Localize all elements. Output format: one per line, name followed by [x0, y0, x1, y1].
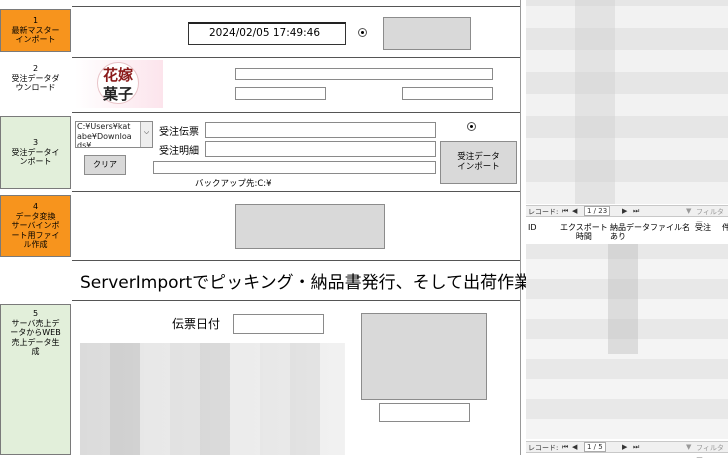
- column-header-count[interactable]: 件: [722, 223, 728, 232]
- record-label: レコード:: [528, 444, 559, 452]
- next-record-icon[interactable]: ▶: [622, 207, 627, 215]
- output-field[interactable]: [379, 403, 470, 422]
- first-record-icon[interactable]: ⏮: [562, 207, 568, 216]
- section-5-label: 5 サーバ売上デ ータからWEB 売上データ生 成: [0, 304, 71, 455]
- first-record-icon[interactable]: ⏮: [562, 443, 568, 452]
- order-import-button[interactable]: 受注データ インポート: [440, 141, 517, 184]
- right-pane-top-blurred-col: [575, 0, 615, 204]
- filter-icon[interactable]: ▼: [686, 443, 691, 451]
- filter-icon[interactable]: ▼: [686, 207, 691, 215]
- slip-date-field[interactable]: [233, 314, 324, 334]
- slip-date-label: 伝票日付: [172, 317, 221, 331]
- column-header-delivery[interactable]: 納品 あり: [610, 223, 626, 241]
- column-header-data-file[interactable]: データファイル名: [626, 223, 690, 232]
- record-label: レコード:: [528, 208, 559, 216]
- column-header-id[interactable]: ID: [528, 223, 537, 232]
- clear-button[interactable]: クリア: [84, 155, 126, 175]
- last-record-icon[interactable]: ⏭: [633, 207, 639, 216]
- brand-logo: 花嫁 菓子: [75, 60, 163, 108]
- datetime-text: 2024/02/05 17:49:46: [209, 27, 321, 39]
- record-position[interactable]: 1 / 5: [584, 442, 606, 452]
- backup-label: バックアップ先:C:¥: [195, 179, 272, 189]
- backup-path-field[interactable]: [153, 161, 436, 174]
- download-to-field[interactable]: [402, 87, 493, 100]
- order-slip-label: 受注伝票: [159, 127, 199, 138]
- section-2-label: 2 受注データダ ウンロード: [11, 64, 60, 92]
- bottom-record-navigator: レコード: ⏮ ◀ 1 / 5 ▶ ⏭ ▼ フィルター: [526, 441, 728, 462]
- order-detail-label: 受注明細: [159, 146, 199, 157]
- radio-icon[interactable]: [358, 28, 367, 37]
- download-path-field[interactable]: [235, 68, 493, 80]
- top-record-navigator: レコード: ⏮ ◀ 1 / 23 ▶ ⏭ ▼ フィルター: [526, 205, 728, 226]
- prev-record-icon[interactable]: ◀: [572, 443, 577, 451]
- folder-path-select[interactable]: C:¥Users¥kat abe¥Downloa ds¥ ⌵: [75, 121, 153, 148]
- right-pane-bottom-blurred-col: [608, 244, 638, 354]
- order-detail-field[interactable]: [205, 141, 436, 157]
- section-3-label: 3 受注データイ ンポート: [0, 116, 71, 189]
- prev-record-icon[interactable]: ◀: [572, 207, 577, 215]
- section-4-label: 4 データ変換 サーバインポ ート用ファイ ル作成: [0, 195, 71, 257]
- filter-label[interactable]: フィルター: [696, 443, 728, 463]
- generate-web-sales-button[interactable]: [361, 313, 487, 400]
- folder-path-text: C:¥Users¥kat abe¥Downloa ds¥: [77, 122, 132, 148]
- column-header-order[interactable]: 受注: [695, 223, 711, 232]
- convert-data-button[interactable]: [235, 204, 385, 249]
- master-import-button[interactable]: [383, 17, 471, 50]
- last-record-icon[interactable]: ⏭: [633, 443, 639, 452]
- chevron-down-icon[interactable]: ⌵: [140, 122, 152, 147]
- record-position[interactable]: 1 / 23: [584, 206, 611, 216]
- download-from-field[interactable]: [235, 87, 326, 100]
- blurred-content: [80, 343, 345, 455]
- radio-icon[interactable]: [467, 122, 476, 131]
- next-record-icon[interactable]: ▶: [622, 443, 627, 451]
- column-header-export-time[interactable]: エクスポート 時間: [560, 223, 608, 241]
- right-pane-top-blurred: [526, 0, 728, 204]
- column-header-row: ID エクスポート 時間 納品 あり データファイル名 受注 件: [526, 220, 728, 242]
- last-import-datetime-field: 2024/02/05 17:49:46: [188, 22, 346, 45]
- section-1-label: 1 最新マスター インポート: [0, 9, 71, 52]
- order-slip-field[interactable]: [205, 122, 436, 138]
- banner-title: ServerImportでピッキング・納品書発行、そして出荷作業: [80, 273, 532, 293]
